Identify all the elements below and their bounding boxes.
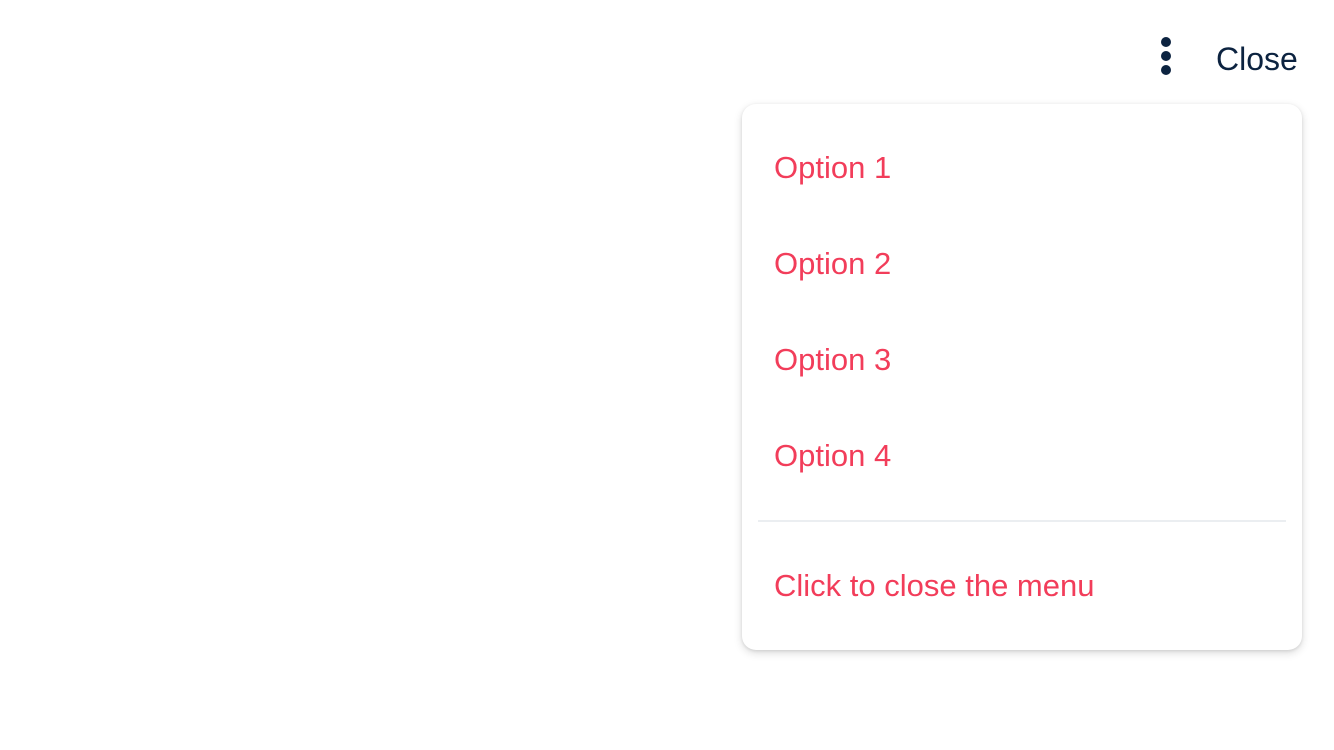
more-vert-icon [1161, 37, 1171, 75]
dropdown-menu: Option 1 Option 2 Option 3 Option 4 Clic… [742, 104, 1302, 650]
menu-item-option-4[interactable]: Option 4 [758, 408, 1286, 504]
menu-item-option-1[interactable]: Option 1 [758, 120, 1286, 216]
close-button[interactable]: Close [1216, 38, 1298, 80]
menu-item-option-3[interactable]: Option 3 [758, 312, 1286, 408]
page: Close Option 1 Option 2 Option 3 Option … [0, 0, 1334, 750]
menu-divider [758, 520, 1286, 522]
menu-item-option-2[interactable]: Option 2 [758, 216, 1286, 312]
more-options-button[interactable] [1146, 30, 1186, 82]
menu-item-close-menu[interactable]: Click to close the menu [758, 538, 1286, 634]
